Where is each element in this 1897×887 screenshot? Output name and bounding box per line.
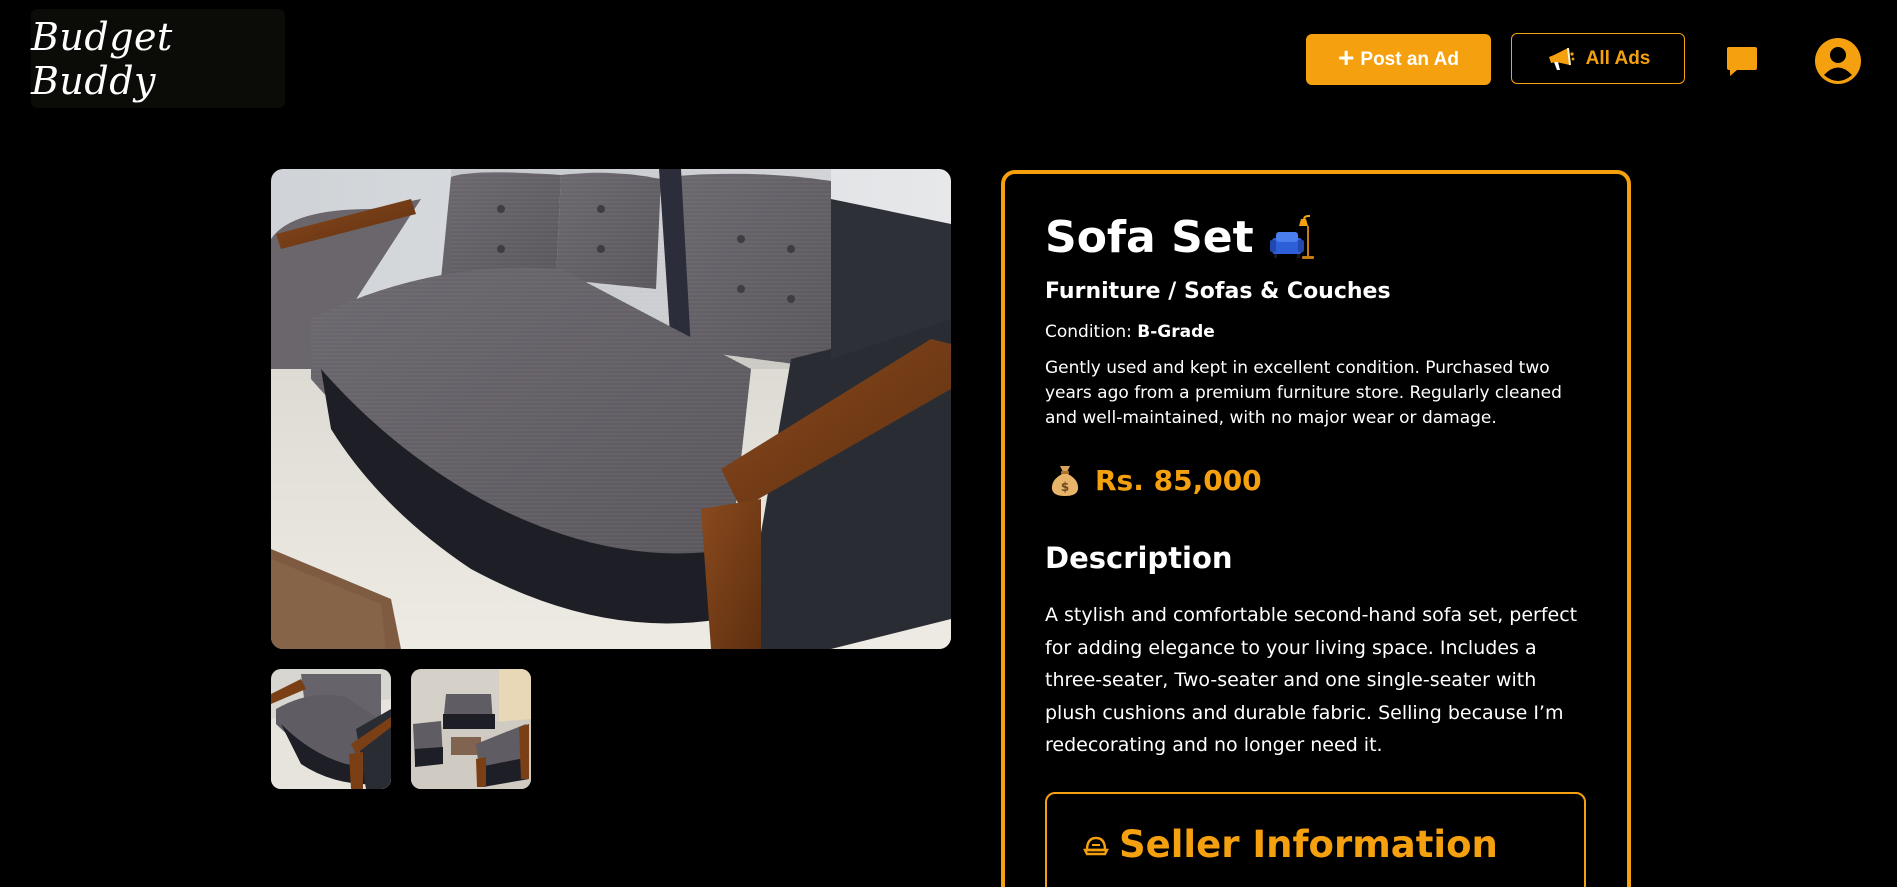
listing-condition: Condition: B-Grade	[1045, 322, 1215, 342]
megaphone-icon	[1548, 47, 1575, 70]
listing-category: Furniture / Sofas & Couches	[1045, 279, 1391, 304]
logo-text: Budget Buddy	[31, 14, 173, 103]
money-bag-icon: $	[1051, 466, 1079, 496]
user-avatar-icon[interactable]	[1815, 38, 1861, 84]
listing-details-card	[1001, 170, 1631, 887]
sofa-thumbnail-2[interactable]	[411, 669, 531, 789]
condition-value: B-Grade	[1137, 322, 1215, 342]
post-ad-label: Post an Ad	[1360, 48, 1459, 70]
all-ads-label: All Ads	[1585, 47, 1651, 69]
listing-title: Sofa Set	[1045, 212, 1316, 263]
all-ads-button[interactable]: All Ads	[1511, 33, 1685, 84]
sofa-thumbnail-1[interactable]	[271, 669, 391, 789]
description-heading: Description	[1045, 541, 1233, 575]
page: Budget Buddy + Post an Ad All Ads Sofa S…	[0, 0, 1897, 887]
logo[interactable]: Budget Buddy	[31, 9, 285, 108]
sofa-photo-main[interactable]	[271, 169, 951, 649]
description-text: A stylish and comfortable second-hand so…	[1045, 604, 1578, 756]
listing-price: $ Rs. 85,000	[1047, 462, 1262, 498]
condition-label: Condition:	[1045, 322, 1132, 342]
chat-icon[interactable]	[1725, 44, 1759, 78]
svg-text:$: $	[1061, 480, 1069, 494]
sofa-lamp-icon	[1269, 214, 1314, 259]
price-value: Rs. 85,000	[1095, 463, 1262, 497]
plus-icon: +	[1338, 41, 1355, 73]
listing-title-text: Sofa Set	[1045, 212, 1254, 263]
seller-icon	[1083, 836, 1109, 855]
listing-short-description: Gently used and kept in excellent condit…	[1045, 358, 1562, 428]
seller-information-text: Seller Information	[1119, 823, 1498, 866]
post-ad-button[interactable]: + Post an Ad	[1306, 34, 1491, 85]
seller-information-heading: Seller Information	[1083, 823, 1498, 866]
